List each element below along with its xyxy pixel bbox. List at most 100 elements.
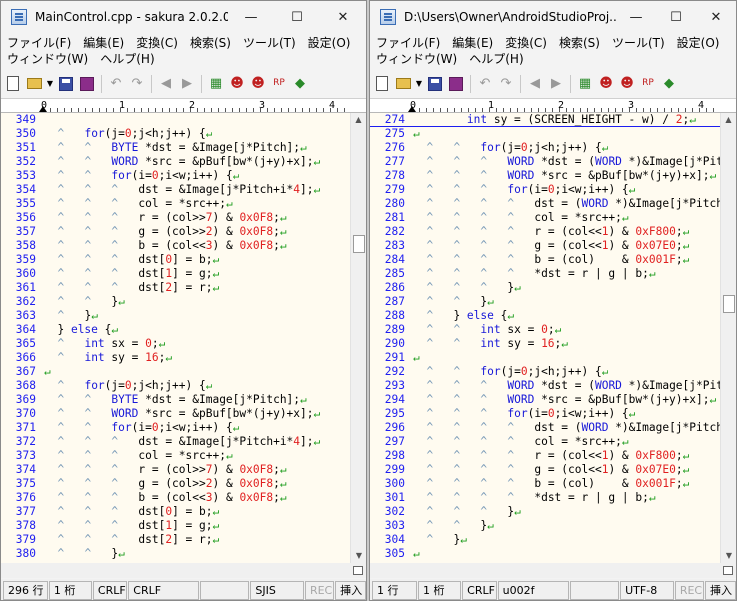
code-line[interactable]: 277 ^ ^ ^ WORD *dst = (WORD *)&Image[j*P… <box>370 155 720 169</box>
minimize-button[interactable]: — <box>616 1 656 33</box>
menu-item[interactable]: ファイル(F) <box>376 35 440 51</box>
jump-back-button[interactable]: ◀ <box>526 75 544 93</box>
code-line[interactable]: 280 ^ ^ ^ ^ dst = (WORD *)&Image[j*Pitch… <box>370 197 720 211</box>
code-line[interactable]: 275 ↵ <box>370 127 720 141</box>
code-line[interactable]: 379 ^ ^ ^ dst[2] = r;↵ <box>1 533 350 547</box>
menu-item[interactable]: 設定(O) <box>308 35 351 51</box>
new-file-button[interactable] <box>4 75 22 93</box>
code-line[interactable]: 305 ↵ <box>370 547 720 561</box>
code-line[interactable]: 377 ^ ^ ^ dst[0] = b;↵ <box>1 505 350 519</box>
menu-item[interactable]: 変換(C) <box>136 35 178 51</box>
close-button[interactable]: ✕ <box>696 1 736 33</box>
menu-item[interactable]: 編集(E) <box>452 35 493 51</box>
code-line[interactable]: 351 ^ ^ BYTE *dst = &Image[j*Pitch];↵ <box>1 141 350 155</box>
code-line[interactable]: 298 ^ ^ ^ ^ r = (col<<1) & 0xF800;↵ <box>370 449 720 463</box>
menu-item[interactable]: ヘルプ(H) <box>469 51 523 67</box>
code-line[interactable]: 371 ^ ^ for(i=0;i<w;i++) {↵ <box>1 421 350 435</box>
code-line[interactable]: 359 ^ ^ ^ dst[0] = b;↵ <box>1 253 350 267</box>
grep-button[interactable]: ▦ <box>207 75 225 93</box>
menu-item[interactable]: ファイル(F) <box>7 35 71 51</box>
status-insert-mode[interactable]: 挿入 <box>705 581 736 600</box>
code-line[interactable]: 349 <box>1 113 350 127</box>
menu-item[interactable]: 変換(C) <box>505 35 547 51</box>
code-line[interactable]: 356 ^ ^ ^ r = (col>>7) & 0x0F8;↵ <box>1 211 350 225</box>
menu-item[interactable]: ツール(T) <box>243 35 296 51</box>
title-bar[interactable]: MainControl.cpp - sakura 2.0.2.0 — ☐ ✕ <box>1 1 366 33</box>
scroll-up-icon[interactable]: ▲ <box>721 113 736 127</box>
code-line[interactable]: 380 ^ ^ }↵ <box>1 547 350 561</box>
find-next-button[interactable]: ☻ <box>618 75 636 93</box>
code-line[interactable]: 284 ^ ^ ^ ^ b = (col) & 0x001F;↵ <box>370 253 720 267</box>
code-line[interactable]: 358 ^ ^ ^ b = (col<<3) & 0x0F8;↵ <box>1 239 350 253</box>
horizontal-scrollbar[interactable] <box>370 563 736 578</box>
code-line[interactable]: 361 ^ ^ ^ dst[2] = r;↵ <box>1 281 350 295</box>
menu-item[interactable]: ウィンドウ(W) <box>7 51 88 67</box>
code-line[interactable]: 370 ^ ^ WORD *src = &pBuf[bw*(j+y)+x];↵ <box>1 407 350 421</box>
split-box-icon[interactable] <box>720 563 736 578</box>
save-button[interactable] <box>57 75 75 93</box>
vertical-scrollbar[interactable]: ▲ ▼ <box>720 113 736 563</box>
app-icon[interactable] <box>380 9 396 25</box>
menu-item[interactable]: 検索(S) <box>190 35 231 51</box>
status-newline[interactable]: CRLF <box>462 581 497 600</box>
menu-item[interactable]: ウィンドウ(W) <box>376 51 457 67</box>
jump-forward-button[interactable]: ▶ <box>178 75 196 93</box>
code-line[interactable]: 285 ^ ^ ^ ^ *dst = r | g | b;↵ <box>370 267 720 281</box>
scroll-down-icon[interactable]: ▼ <box>721 549 736 563</box>
split-box-icon[interactable] <box>350 563 366 578</box>
horizontal-scrollbar[interactable] <box>1 563 366 578</box>
code-line[interactable]: 368 ^ for(j=0;j<h;j++) {↵ <box>1 379 350 393</box>
status-encoding[interactable]: SJIS <box>250 581 304 600</box>
save-as-button[interactable] <box>78 75 96 93</box>
replace-button[interactable]: RP <box>639 75 657 93</box>
code-line[interactable]: 287 ^ ^ }↵ <box>370 295 720 309</box>
menu-item[interactable]: 設定(O) <box>677 35 720 51</box>
status-insert-mode[interactable]: 挿入 <box>335 581 366 600</box>
menu-item[interactable]: ヘルプ(H) <box>100 51 154 67</box>
code-line[interactable]: 352 ^ ^ WORD *src = &pBuf[bw*(j+y)+x];↵ <box>1 155 350 169</box>
code-line[interactable]: 372 ^ ^ ^ dst = &Image[j*Pitch+i*4];↵ <box>1 435 350 449</box>
code-line[interactable]: 360 ^ ^ ^ dst[1] = g;↵ <box>1 267 350 281</box>
undo-button[interactable]: ↶ <box>476 75 494 93</box>
code-line[interactable]: 365 ^ int sx = 0;↵ <box>1 337 350 351</box>
code-line[interactable]: 290 ^ ^ int sy = 16;↵ <box>370 337 720 351</box>
open-dropdown-button[interactable]: ▼ <box>415 75 423 93</box>
replace-button[interactable]: RP <box>270 75 288 93</box>
minimize-button[interactable]: — <box>228 1 274 33</box>
code-line[interactable]: 354 ^ ^ ^ dst = &Image[j*Pitch+i*4];↵ <box>1 183 350 197</box>
redo-button[interactable]: ↷ <box>128 75 146 93</box>
code-line[interactable]: 375 ^ ^ ^ g = (col>>2) & 0x0F8;↵ <box>1 477 350 491</box>
scroll-down-icon[interactable]: ▼ <box>351 549 366 563</box>
code-line[interactable]: 378 ^ ^ ^ dst[1] = g;↵ <box>1 519 350 533</box>
code-line[interactable]: 294 ^ ^ ^ WORD *src = &pBuf[bw*(j+y)+x];… <box>370 393 720 407</box>
code-line[interactable]: 303 ^ ^ }↵ <box>370 519 720 533</box>
code-line[interactable]: 376 ^ ^ ^ b = (col<<3) & 0x0F8;↵ <box>1 491 350 505</box>
new-file-button[interactable] <box>373 75 391 93</box>
code-line[interactable]: 301 ^ ^ ^ ^ *dst = r | g | b;↵ <box>370 491 720 505</box>
code-line[interactable]: 369 ^ ^ BYTE *dst = &Image[j*Pitch];↵ <box>1 393 350 407</box>
maximize-button[interactable]: ☐ <box>274 1 320 33</box>
mark-button[interactable]: ◆ <box>291 75 309 93</box>
code-line[interactable]: 291 ↵ <box>370 351 720 365</box>
scrollbar-thumb[interactable] <box>353 235 365 253</box>
code-line[interactable]: 353 ^ ^ for(i=0;i<w;i++) {↵ <box>1 169 350 183</box>
code-editor[interactable]: 349 350 ^ for(j=0;j<h;j++) {↵ 351 ^ ^ BYTE… <box>1 113 350 563</box>
code-line[interactable]: 357 ^ ^ ^ g = (col>>2) & 0x0F8;↵ <box>1 225 350 239</box>
menu-item[interactable]: 検索(S) <box>559 35 600 51</box>
code-line[interactable]: 366 ^ int sy = 16;↵ <box>1 351 350 365</box>
close-button[interactable]: ✕ <box>320 1 366 33</box>
code-line[interactable]: 279 ^ ^ ^ for(i=0;i<w;i++) {↵ <box>370 183 720 197</box>
open-folder-button[interactable] <box>25 75 43 93</box>
find-prev-button[interactable]: ☻ <box>597 75 615 93</box>
code-line[interactable]: 367 ↵ <box>1 365 350 379</box>
code-line[interactable]: 276 ^ ^ for(j=0;j<h;j++) {↵ <box>370 141 720 155</box>
code-line[interactable]: 274 int sy = (SCREEN_HEIGHT - w) / 2;↵ <box>370 113 720 127</box>
code-line[interactable]: 288 ^ } else {↵ <box>370 309 720 323</box>
scroll-up-icon[interactable]: ▲ <box>351 113 366 127</box>
vertical-scrollbar[interactable]: ▲ ▼ <box>350 113 366 563</box>
open-folder-button[interactable] <box>394 75 412 93</box>
code-line[interactable]: 296 ^ ^ ^ ^ dst = (WORD *)&Image[j*Pitch… <box>370 421 720 435</box>
code-line[interactable]: 350 ^ for(j=0;j<h;j++) {↵ <box>1 127 350 141</box>
code-line[interactable]: 362 ^ ^ }↵ <box>1 295 350 309</box>
redo-button[interactable]: ↷ <box>497 75 515 93</box>
